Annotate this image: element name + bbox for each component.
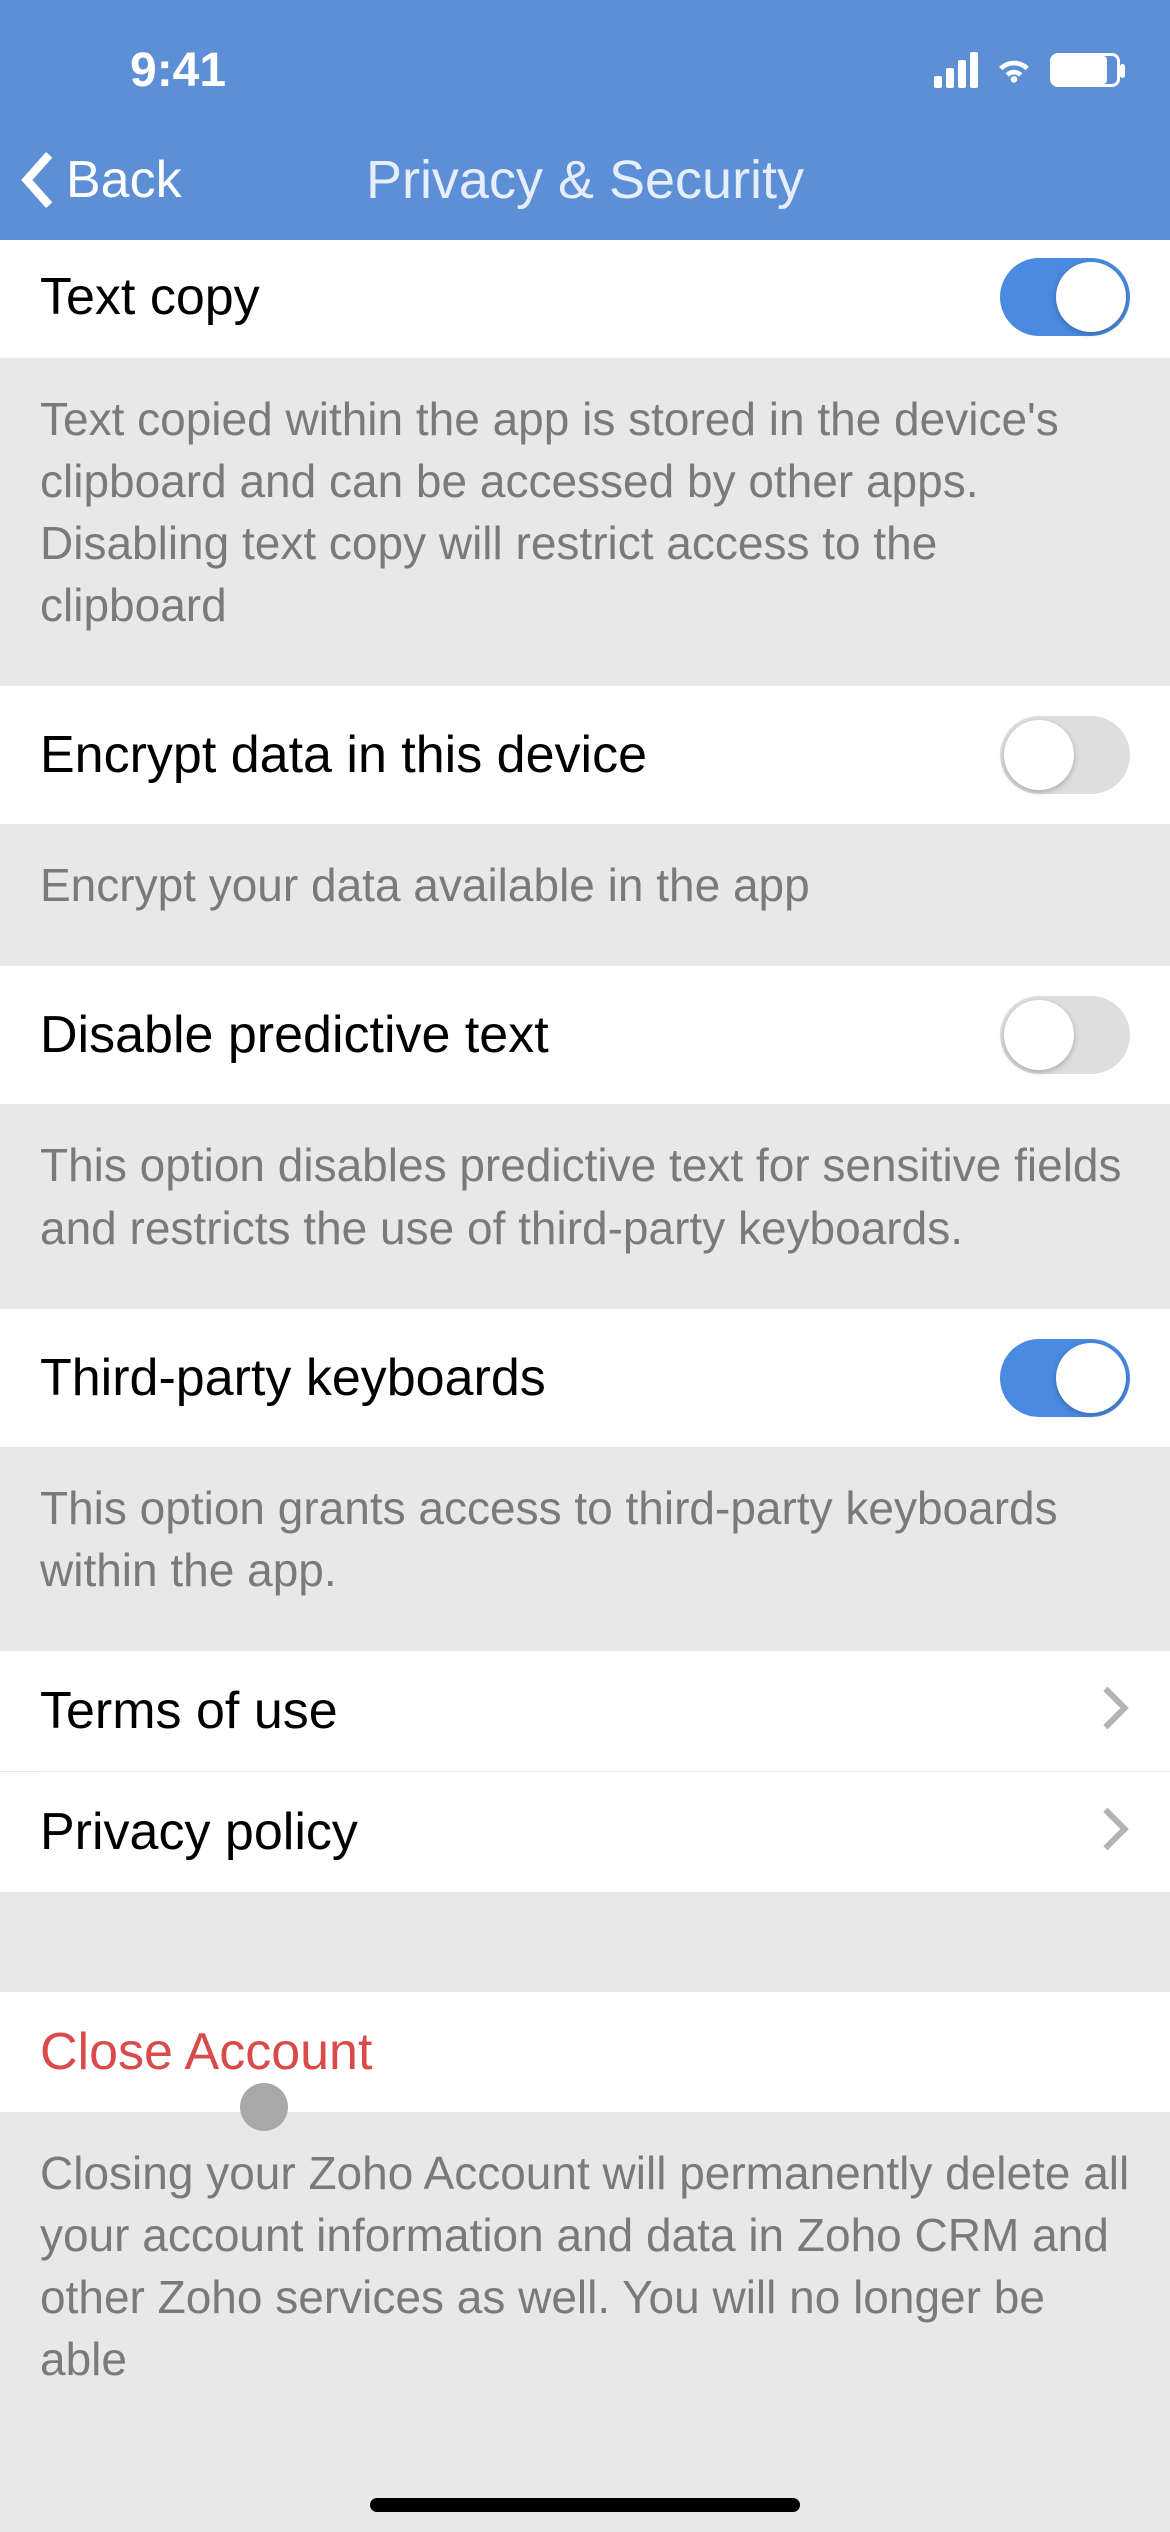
third-party-toggle[interactable]	[1000, 1339, 1130, 1417]
cellular-icon	[934, 52, 978, 88]
predictive-toggle[interactable]	[1000, 996, 1130, 1074]
close-account-footer: Closing your Zoho Account will permanent…	[0, 2112, 1170, 2440]
screen: 9:41 Back Privacy & Security Text copy T…	[0, 0, 1170, 2532]
spacer	[0, 1892, 1170, 1992]
text-copy-label: Text copy	[40, 267, 260, 327]
home-indicator[interactable]	[370, 2498, 800, 2512]
row-encrypt[interactable]: Encrypt data in this device	[0, 686, 1170, 824]
chevron-right-icon	[1100, 1684, 1130, 1737]
encrypt-label: Encrypt data in this device	[40, 725, 647, 785]
text-copy-footer: Text copied within the app is stored in …	[0, 358, 1170, 686]
row-close-account[interactable]: Close Account	[0, 1992, 1170, 2112]
predictive-label: Disable predictive text	[40, 1005, 549, 1065]
back-label: Back	[66, 150, 182, 210]
status-time: 9:41	[50, 43, 226, 98]
content: Text copy Text copied within the app is …	[0, 240, 1170, 2532]
row-predictive[interactable]: Disable predictive text	[0, 966, 1170, 1104]
row-terms[interactable]: Terms of use	[0, 1651, 1170, 1771]
battery-icon	[1050, 53, 1120, 87]
predictive-footer: This option disables predictive text for…	[0, 1104, 1170, 1308]
row-third-party[interactable]: Third-party keyboards	[0, 1309, 1170, 1447]
back-button[interactable]: Back	[20, 150, 182, 210]
status-bar: 9:41	[0, 0, 1170, 120]
third-party-footer: This option grants access to third-party…	[0, 1447, 1170, 1651]
nav-bar: Back Privacy & Security	[0, 120, 1170, 240]
privacy-label: Privacy policy	[40, 1802, 358, 1862]
encrypt-footer: Encrypt your data available in the app	[0, 824, 1170, 966]
close-account-label: Close Account	[40, 2022, 372, 2082]
touch-indicator	[240, 2083, 288, 2131]
chevron-left-icon	[20, 152, 56, 208]
chevron-right-icon	[1100, 1805, 1130, 1858]
terms-label: Terms of use	[40, 1681, 338, 1741]
row-text-copy[interactable]: Text copy	[0, 240, 1170, 358]
header: 9:41 Back Privacy & Security	[0, 0, 1170, 240]
encrypt-toggle[interactable]	[1000, 716, 1130, 794]
third-party-label: Third-party keyboards	[40, 1348, 546, 1408]
text-copy-toggle[interactable]	[1000, 258, 1130, 336]
wifi-icon	[992, 46, 1036, 95]
row-privacy[interactable]: Privacy policy	[0, 1772, 1170, 1892]
status-icons	[934, 46, 1120, 95]
